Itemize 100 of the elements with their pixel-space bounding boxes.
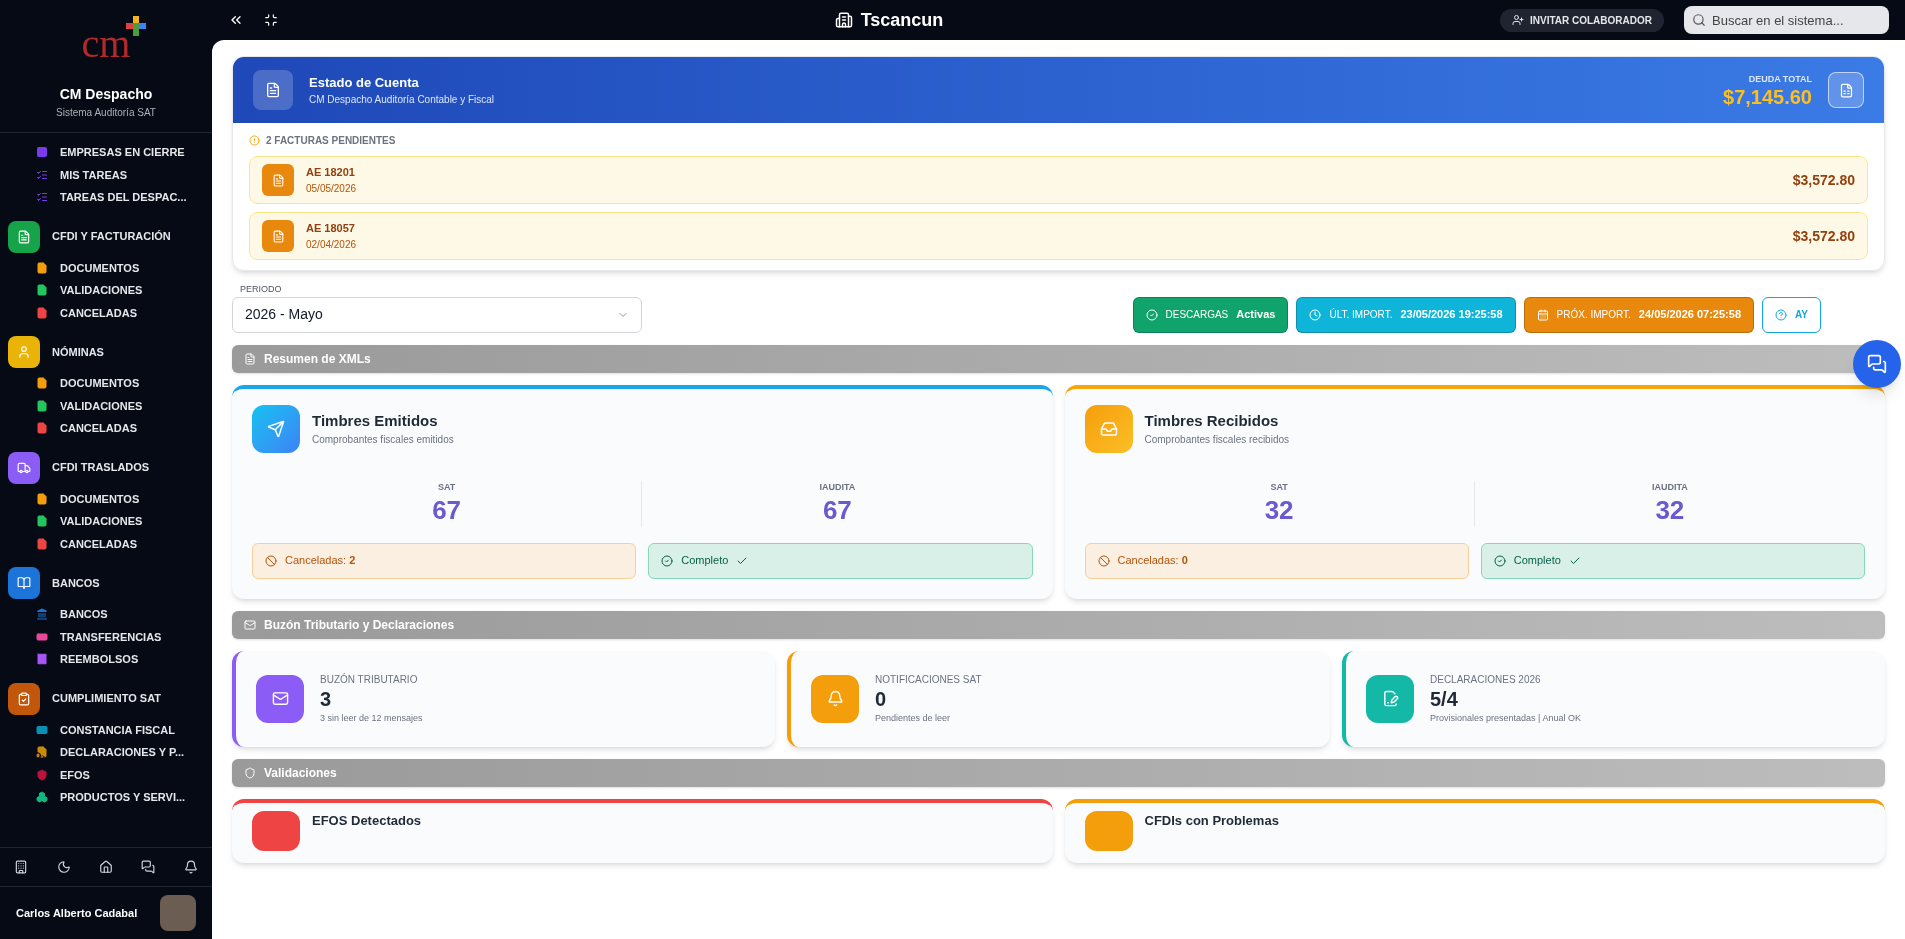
account-title: Estado de Cuenta <box>309 73 420 92</box>
card-subtitle: Comprobantes fiscales emitidos <box>312 433 454 448</box>
user-name: Carlos Alberto Cadabal <box>16 905 138 921</box>
nav-section[interactable]: CFDI Y FACTURACIÓN <box>8 216 204 257</box>
card-title: Timbres Emitidos <box>312 410 439 431</box>
card-subtitle: Comprobantes fiscales recibidos <box>1144 433 1289 448</box>
invoice-icon <box>253 70 293 110</box>
nav-section[interactable]: BANCOS <box>8 563 204 603</box>
card-note: Pendientes de leer <box>875 711 952 725</box>
invoice-icon <box>262 220 294 252</box>
nav-item[interactable]: VALIDACIONES <box>8 394 204 417</box>
stat-label: SAT <box>1270 480 1288 494</box>
nav-item[interactable]: PRODUCTOS Y SERVI... <box>8 786 204 809</box>
stat-value: 32 <box>1655 494 1685 527</box>
card-label: NOTIFICACIONES SAT <box>875 672 982 687</box>
nav-item[interactable]: CANCELADAS <box>8 532 204 555</box>
nav-item[interactable]: DOCUMENTOS <box>8 487 204 510</box>
pdf-icon <box>1838 82 1854 98</box>
invoice-amount: $3,572.80 <box>1792 170 1855 190</box>
nav-item[interactable]: VALIDACIONES <box>8 279 204 302</box>
send-icon <box>252 404 300 453</box>
card-note: 3 sin leer de 12 mensajes <box>320 711 423 725</box>
invoice-date: 02/04/2026 <box>306 237 358 252</box>
nav-item[interactable]: CANCELADAS <box>8 417 204 440</box>
section-title: Validaciones <box>264 764 337 782</box>
shield-icon <box>244 766 256 779</box>
nav-item[interactable]: DECLARACIONES Y P... <box>8 741 204 764</box>
minimize-icon[interactable] <box>264 13 278 27</box>
building-icon <box>834 11 853 29</box>
invoice-row[interactable]: AE 18201 05/05/2026 $3,572.80 <box>249 156 1868 204</box>
pdf-button[interactable] <box>1828 72 1864 108</box>
invoice-number: AE 18201 <box>306 165 356 181</box>
stat-value: 67 <box>432 494 462 527</box>
card-note: Provisionales presentadas | Anual OK <box>1430 711 1581 725</box>
check-circle-icon <box>1145 308 1158 321</box>
chat-button[interactable] <box>1853 340 1901 388</box>
bell-icon[interactable] <box>183 860 198 874</box>
stat-label: IAUDITA <box>819 480 856 494</box>
invoice-amount: $3,572.80 <box>1792 226 1855 246</box>
document-icon <box>244 352 256 365</box>
home-icon[interactable] <box>98 860 113 874</box>
add-user-icon <box>1511 14 1524 26</box>
stat-value: 67 <box>822 494 852 527</box>
card-label: DECLARACIONES 2026 <box>1430 672 1542 687</box>
nav-section[interactable]: CUMPLIMIENTO SAT <box>8 678 204 719</box>
card-title: CFDIs con Problemas <box>1144 811 1279 830</box>
nav-item[interactable]: CONSTANCIA FISCAL <box>8 718 204 741</box>
chat-icon[interactable] <box>141 860 156 874</box>
inbox-icon <box>1084 404 1133 453</box>
card-value: 5/4 <box>1430 686 1459 712</box>
complete-badge: Completo <box>1480 542 1865 579</box>
card-value: 0 <box>875 686 888 712</box>
nav-section[interactable]: NÓMINAS <box>8 332 204 372</box>
logo: cm <box>81 21 131 66</box>
search-field[interactable]: Buscar en el sistema... <box>1684 6 1889 34</box>
invoice-date: 05/05/2026 <box>306 181 358 196</box>
nav-item[interactable]: DOCUMENTOS <box>8 372 204 395</box>
nav-item[interactable]: BANCOS <box>8 603 204 626</box>
mail-icon <box>244 618 256 631</box>
section-title: Buzón Tributario y Declaraciones <box>264 616 455 634</box>
nav-item[interactable]: DOCUMENTOS <box>8 256 204 279</box>
stat-label: SAT <box>437 480 456 494</box>
nav-item[interactable]: MIS TAREAS <box>8 163 204 186</box>
calendar-icon <box>1536 308 1549 321</box>
building-icon[interactable] <box>14 860 29 874</box>
period-select[interactable]: 2026 - Mayo <box>232 296 642 333</box>
plus-logo-icon <box>126 16 147 36</box>
nav-item[interactable]: TAREAS DEL DESPAC... <box>8 186 204 209</box>
app-title: Tscancun <box>860 8 944 32</box>
debt-label: DEUDA TOTAL <box>1747 73 1812 87</box>
stat-label: IAUDITA <box>1651 480 1688 494</box>
nav-item[interactable]: VALIDACIONES <box>8 510 204 533</box>
chat-icon <box>1867 354 1887 374</box>
moon-icon[interactable] <box>56 860 71 874</box>
card-label: BUZÓN TRIBUTARIO <box>320 672 419 687</box>
stat-value: 32 <box>1264 494 1294 527</box>
nav-section[interactable]: CFDI TRASLADOS <box>8 447 204 488</box>
card-title: Timbres Recibidos <box>1144 410 1280 431</box>
nav-item[interactable]: REEMBOLSOS <box>8 648 204 671</box>
pending-label: 2 FACTURAS PENDIENTES <box>266 134 396 148</box>
section-title: Resumen de XMLs <box>264 350 371 368</box>
period-label: PERIODO <box>240 283 283 296</box>
brand-subtitle: Sistema Auditoría SAT <box>56 106 156 120</box>
clock-icon <box>1309 308 1322 321</box>
card-title: EFOS Detectados <box>312 811 422 830</box>
card-value: 3 <box>320 686 333 712</box>
avatar-placeholder[interactable] <box>160 895 196 931</box>
nav-item[interactable]: CANCELADAS <box>8 301 204 324</box>
alert-icon <box>249 135 260 146</box>
nav-item[interactable]: TRANSFERENCIAS <box>8 625 204 648</box>
nav-item[interactable]: EMPRESAS EN CIERRE <box>8 141 204 164</box>
cancelled-badge: Canceladas: 0 <box>1084 542 1469 579</box>
complete-badge: Completo <box>648 542 1033 579</box>
account-subtitle: CM Despacho Auditoría Contable y Fiscal <box>309 93 496 108</box>
cancelled-badge: Canceladas: 2 <box>252 542 637 579</box>
brand-name: CM Despacho <box>59 85 153 104</box>
invite-button[interactable]: INVITAR COLABORADOR <box>1499 8 1664 32</box>
nav-item[interactable]: EFOS <box>8 763 204 786</box>
help-icon <box>1775 308 1787 321</box>
invoice-row[interactable]: AE 18057 02/04/2026 $3,572.80 <box>249 212 1868 260</box>
